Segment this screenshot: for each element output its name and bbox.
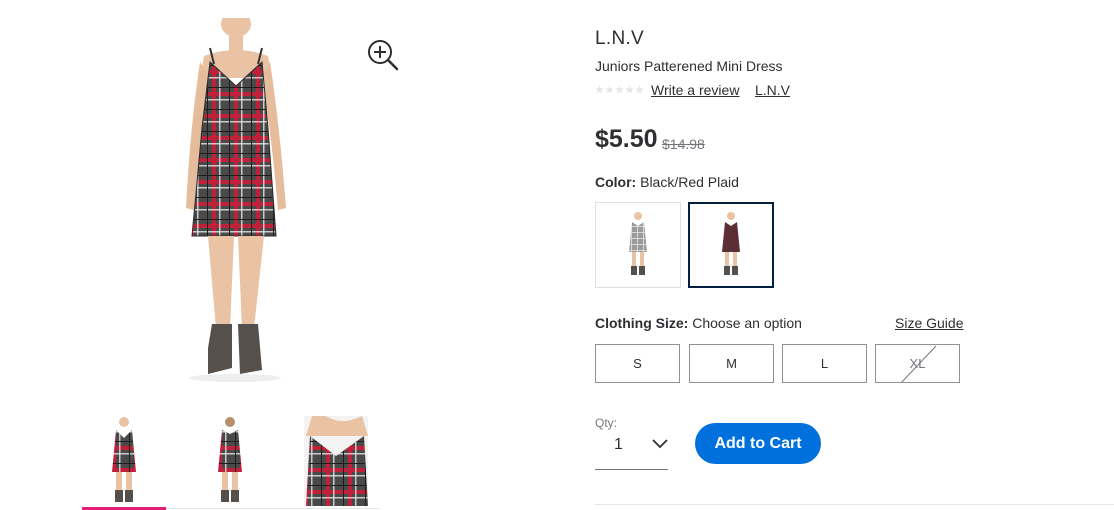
size-guide-link[interactable]: Size Guide [895, 315, 963, 331]
add-to-cart-button[interactable]: Add to Cart [695, 423, 821, 464]
star-empty-icon [615, 85, 624, 94]
size-label: Clothing Size: [595, 315, 689, 331]
section-divider [595, 504, 1114, 505]
brand-link[interactable]: L.N.V [755, 82, 790, 98]
star-empty-icon [625, 85, 634, 94]
unavailable-slash-icon [901, 345, 937, 382]
write-review-link[interactable]: Write a review [651, 82, 739, 98]
size-selector-label: Clothing Size: Choose an option [595, 315, 802, 331]
quantity-select[interactable]: 1 [595, 430, 668, 470]
thumbnail-back-view[interactable] [188, 412, 272, 508]
chevron-down-icon [652, 439, 668, 449]
product-brand: L.N.V [595, 28, 645, 49]
size-option-l[interactable]: L [782, 344, 867, 383]
was-price: $14.98 [662, 136, 705, 152]
main-product-image[interactable] [160, 11, 310, 386]
swatch-grey-plaid[interactable] [595, 202, 681, 288]
zoom-in-icon [368, 40, 399, 71]
current-price: $5.50 [595, 125, 658, 153]
qty-value: 1 [614, 436, 623, 453]
thumbnail-front-image [112, 417, 136, 502]
star-empty-icon [635, 85, 644, 94]
size-option-xl-unavailable[interactable]: XL [875, 344, 960, 383]
black-red-plaid-dress-image [722, 212, 740, 275]
product-title: Juniors Patterened Mini Dress [595, 58, 783, 74]
thumbnail-back-image [218, 417, 242, 502]
qty-label: Qty: [595, 416, 618, 430]
thumbnail-detail-view[interactable] [296, 412, 380, 508]
size-option-s[interactable]: S [595, 344, 680, 383]
model-in-plaid-dress-image [186, 11, 286, 382]
size-option-m[interactable]: M [689, 344, 774, 383]
zoom-in-button[interactable] [366, 38, 400, 72]
color-value: Black/Red Plaid [640, 174, 739, 190]
star-empty-icon [595, 85, 604, 94]
star-empty-icon [605, 85, 614, 94]
color-label: Color: [595, 174, 637, 190]
rating-stars [595, 85, 644, 94]
size-value: Choose an option [692, 315, 802, 331]
thumbnail-front-view[interactable] [82, 412, 166, 508]
swatch-black-red-plaid[interactable] [688, 202, 774, 288]
color-selector-label: Color: Black/Red Plaid [595, 174, 739, 190]
thumbnail-detail-image [304, 416, 368, 506]
grey-plaid-dress-image [629, 212, 647, 275]
